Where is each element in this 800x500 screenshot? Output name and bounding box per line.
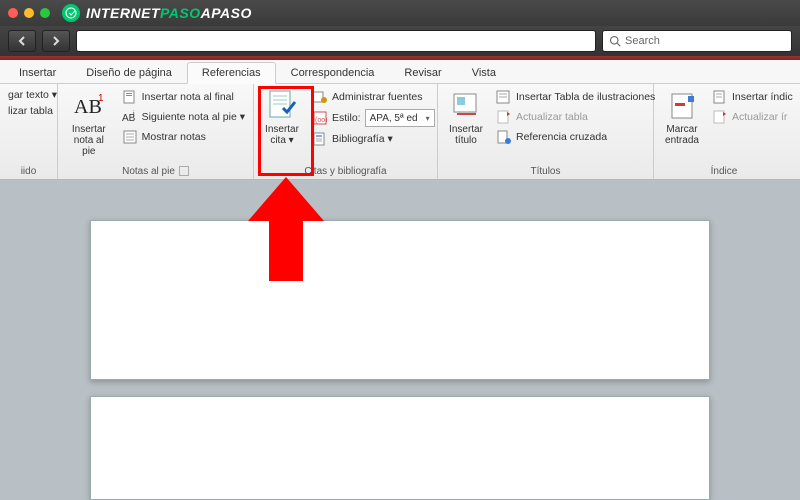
actualizar-tabla-button[interactable]: lizar tabla <box>6 104 59 118</box>
search-icon <box>609 35 621 47</box>
group-tdc: gar texto ▾ lizar tabla iido <box>0 84 58 179</box>
tab-correspondencia[interactable]: Correspondencia <box>276 62 390 83</box>
window-min-dot[interactable] <box>24 8 34 18</box>
insertar-titulo-button[interactable]: Insertar título <box>442 86 490 148</box>
page-1[interactable] <box>90 220 710 380</box>
referencia-cruzada-button[interactable]: Referencia cruzada <box>494 128 657 146</box>
group-indice-label: Índice <box>658 163 790 179</box>
search-placeholder: Search <box>625 35 660 47</box>
group-notas-label: Notas al pie <box>62 163 249 179</box>
group-citas: Insertar cita ▾ Administrar fuentes (oo)… <box>254 84 438 179</box>
callout-arrow <box>248 177 324 281</box>
marcar-entrada-button[interactable]: Marcar entrada <box>658 86 706 148</box>
group-titulos: Insertar título Insertar Tabla de ilustr… <box>438 84 654 179</box>
table-of-figures-icon <box>496 89 512 105</box>
nav-back-button[interactable] <box>8 30 36 52</box>
next-footnote-icon: ABi <box>122 109 138 125</box>
estilo-cita-select[interactable]: (oo) Estilo: APA, 5ª ed▾ <box>310 108 437 128</box>
manage-sources-icon <box>312 89 328 105</box>
insertar-tabla-ilustraciones-button[interactable]: Insertar Tabla de ilustraciones <box>494 88 657 106</box>
nav-forward-button[interactable] <box>42 30 70 52</box>
actualizar-tabla-titulos-button[interactable]: Actualizar tabla <box>494 108 657 126</box>
agregar-texto-button[interactable]: gar texto ▾ <box>6 88 59 102</box>
ribbon: gar texto ▾ lizar tabla iido AB1 Inserta… <box>0 84 800 180</box>
show-notes-icon <box>122 129 138 145</box>
url-bar[interactable] <box>76 30 596 52</box>
bibliografia-button[interactable]: Bibliografía ▾ <box>310 130 437 148</box>
page-2[interactable] <box>90 396 710 500</box>
footnote-ab-icon: AB1 <box>72 88 106 124</box>
insertar-nota-final-button[interactable]: Insertar nota al final <box>120 88 247 106</box>
group-titulos-label: Títulos <box>442 163 649 179</box>
update-index-icon <box>712 109 728 125</box>
insertar-indice-button[interactable]: Insertar índic <box>710 88 795 106</box>
insertar-nota-pie-button[interactable]: AB1 Insertar nota al pie <box>62 86 116 159</box>
dialog-launcher-icon[interactable] <box>179 166 189 176</box>
insertar-cita-button[interactable]: Insertar cita ▾ <box>258 86 306 148</box>
ribbon-tabs: Insertar Diseño de página Referencias Co… <box>0 60 800 84</box>
endnote-icon <box>122 89 138 105</box>
mark-entry-icon <box>666 88 698 124</box>
administrar-fuentes-button[interactable]: Administrar fuentes <box>310 88 437 106</box>
svg-text:1: 1 <box>98 93 104 104</box>
estilo-value[interactable]: APA, 5ª ed▾ <box>365 109 435 127</box>
search-input[interactable]: Search <box>602 30 792 52</box>
insert-citation-icon <box>265 88 299 124</box>
tab-referencias[interactable]: Referencias <box>187 62 276 84</box>
tab-vista[interactable]: Vista <box>457 62 511 83</box>
siguiente-nota-button[interactable]: ABi Siguiente nota al pie ▾ <box>120 108 247 126</box>
bibliography-icon <box>312 131 328 147</box>
group-indice: Marcar entrada Insertar índic Actualizar… <box>654 84 794 179</box>
window-close-dot[interactable] <box>8 8 18 18</box>
caption-icon <box>450 88 482 124</box>
mostrar-notas-button[interactable]: Mostrar notas <box>120 128 247 146</box>
tab-insertar[interactable]: Insertar <box>4 62 71 83</box>
site-logo-icon <box>62 4 80 22</box>
cross-reference-icon <box>496 129 512 145</box>
document-area[interactable] <box>0 180 800 500</box>
window-max-dot[interactable] <box>40 8 50 18</box>
group-tdc-label: iido <box>4 163 53 179</box>
tab-diseno[interactable]: Diseño de página <box>71 62 187 83</box>
group-notas: AB1 Insertar nota al pie Insertar nota a… <box>58 84 254 179</box>
actualizar-indice-button[interactable]: Actualizar ír <box>710 108 795 126</box>
insert-index-icon <box>712 89 728 105</box>
browser-nav: Search <box>0 26 800 56</box>
site-brand: INTERNETPASOAPASO <box>86 5 252 21</box>
tab-revisar[interactable]: Revisar <box>389 62 456 83</box>
update-table-icon <box>496 109 512 125</box>
style-icon: (oo) <box>312 110 328 126</box>
site-title-bar: INTERNETPASOAPASO <box>0 0 800 26</box>
svg-text:(oo): (oo) <box>315 117 327 124</box>
